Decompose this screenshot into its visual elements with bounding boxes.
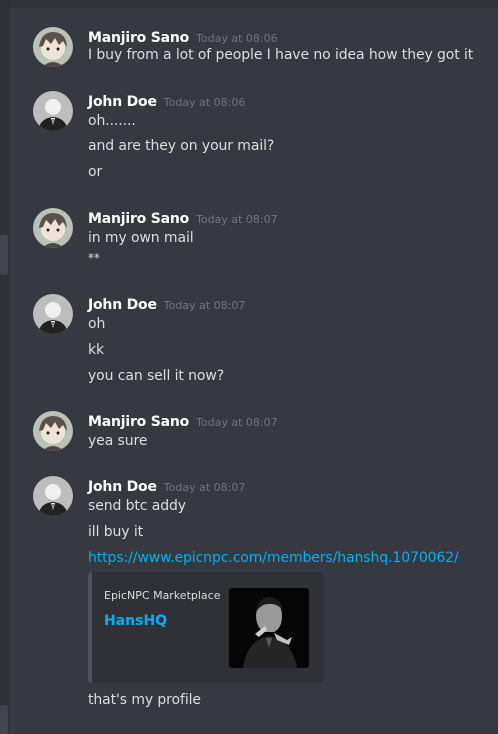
avatar-manjiro[interactable] [33, 208, 73, 248]
timestamp: Today at 08:07 [196, 416, 278, 429]
anime-avatar-icon [33, 208, 73, 248]
message-header: Manjiro Sano Today at 08:07 [88, 208, 278, 228]
timestamp: Today at 08:06 [163, 96, 246, 109]
avatar-manjiro[interactable] [33, 411, 73, 451]
message-text: you can sell it now? [88, 368, 225, 384]
avatar-john[interactable] [33, 91, 73, 131]
timestamp: Today at 08:07 [196, 213, 278, 226]
embed-provider[interactable]: EpicNPC Marketplace [104, 589, 220, 602]
message-text: oh [88, 316, 106, 332]
avatar-john[interactable] [33, 294, 73, 334]
suit-avatar-icon [33, 294, 73, 334]
message-text: or [88, 164, 103, 180]
message-header: John Doe Today at 08:07 [88, 476, 245, 496]
suit-avatar-icon [33, 91, 73, 131]
message-header: John Doe Today at 08:07 [88, 294, 245, 314]
avatar-john[interactable] [33, 476, 73, 516]
embed-title[interactable]: HansHQ [104, 613, 167, 629]
sidebar-item-edge[interactable] [0, 705, 8, 734]
username[interactable]: Manjiro Sano [88, 211, 189, 227]
message-text: yea sure [88, 433, 148, 449]
message-header: Manjiro Sano Today at 08:07 [88, 411, 278, 431]
anime-avatar-icon [33, 27, 73, 67]
message-text: ill buy it [88, 524, 143, 540]
message-text: ** [88, 251, 100, 265]
anime-avatar-icon [33, 411, 73, 451]
message-text: send btc addy [88, 498, 186, 514]
message-text: and are they on your mail? [88, 138, 275, 154]
left-sidebar-edge [0, 0, 10, 734]
message-text: oh....... [88, 113, 136, 129]
profile-photo-thumbnail[interactable] [229, 588, 309, 668]
avatar-manjiro[interactable] [33, 27, 73, 67]
profile-photo-icon [229, 588, 309, 668]
message-header: Manjiro Sano Today at 08:06 [88, 27, 278, 47]
link-embed: EpicNPC Marketplace HansHQ [88, 572, 324, 683]
timestamp: Today at 08:06 [196, 32, 278, 45]
message-text: in my own mail [88, 230, 194, 246]
username[interactable]: John Doe [88, 479, 157, 495]
timestamp: Today at 08:07 [163, 299, 246, 312]
username[interactable]: John Doe [88, 94, 157, 110]
suit-avatar-icon [33, 476, 73, 516]
sidebar-item-edge[interactable] [0, 235, 8, 275]
message-list: Manjiro Sano Today at 08:06 I buy from a … [10, 0, 498, 734]
message-text: I buy from a lot of people I have no ide… [88, 47, 474, 63]
username[interactable]: John Doe [88, 297, 157, 313]
message-text: that's my profile [88, 692, 201, 708]
message-text: kk [88, 342, 105, 358]
username[interactable]: Manjiro Sano [88, 30, 189, 46]
profile-link[interactable]: https://www.epicnpc.com/members/hanshq.1… [88, 550, 459, 566]
message-header: John Doe Today at 08:06 [88, 91, 245, 111]
timestamp: Today at 08:07 [163, 481, 246, 494]
username[interactable]: Manjiro Sano [88, 414, 189, 430]
